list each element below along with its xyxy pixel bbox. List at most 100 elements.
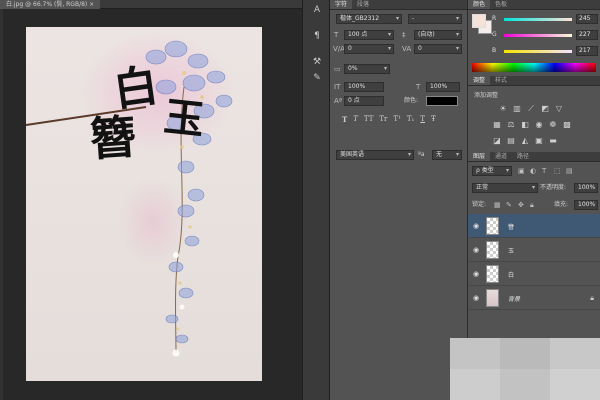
subscript-button[interactable]: T₁ (407, 115, 414, 124)
antialias-select[interactable]: 无 (432, 150, 462, 160)
font-style-select[interactable]: - (408, 14, 462, 24)
horizontal-scale-field[interactable]: 100% (426, 82, 460, 92)
kerning-field[interactable]: 0 (344, 44, 394, 54)
superscript-button[interactable]: T¹ (393, 115, 400, 124)
hue-saturation-icon[interactable]: ▦ (492, 120, 502, 130)
tab-paths[interactable]: 路径 (512, 152, 534, 161)
invert-icon[interactable]: ◪ (492, 136, 502, 146)
red-slider[interactable] (504, 18, 572, 21)
vibrance-icon[interactable]: ▽ (554, 104, 564, 114)
lock-transparent-icon[interactable]: ▦ (494, 200, 501, 210)
tab-swatches[interactable]: 色板 (490, 0, 512, 9)
blend-mode-select[interactable]: 正常 (472, 183, 538, 193)
channel-mixer-icon[interactable]: ❁ (548, 120, 558, 130)
color-lookup-icon[interactable]: ▩ (562, 120, 572, 130)
opacity-field[interactable]: 100% (574, 183, 598, 193)
all-caps-button[interactable]: TT (364, 115, 373, 124)
lock-position-icon[interactable]: ✥ (518, 200, 524, 210)
filter-shape-icon[interactable]: ⬚ (554, 166, 561, 176)
font-size-field[interactable]: 100 点 (344, 30, 394, 40)
gray-overlay-block (450, 338, 600, 400)
document-tab[interactable]: 白.jpg @ 66.7% (鬓, RGB/8) × (0, 0, 101, 9)
blue-slider-row: B 217 (492, 46, 598, 56)
visibility-eye-icon[interactable]: ◉ (473, 246, 479, 254)
brush-presets-icon[interactable]: ✎ (310, 72, 324, 84)
filter-adjustment-icon[interactable]: ◐ (530, 166, 536, 176)
levels-icon[interactable]: ▥ (512, 104, 522, 114)
layers-panel-tabs: 图层 通道 路径 (468, 152, 600, 162)
tab-adjustments[interactable]: 调整 (468, 76, 491, 85)
language-select[interactable]: 美国英语 (336, 150, 414, 160)
leading-field[interactable]: (自动) (414, 30, 462, 40)
paragraph-panel-icon[interactable]: ¶ (310, 30, 324, 42)
character-panel-icon[interactable]: A (310, 4, 324, 16)
adjustments-panel-tabs: 调整 样式 (468, 76, 600, 86)
tab-paragraph[interactable]: 段落 (352, 0, 374, 9)
calligraphy-char-bai: 白 (110, 60, 162, 117)
lock-all-icon[interactable]: 🔒︎ (530, 200, 534, 210)
layer-row-yu[interactable]: ◉ 玉 (468, 238, 600, 262)
filter-type-icon[interactable]: T (542, 166, 546, 176)
filter-smart-object-icon[interactable]: ▤ (566, 166, 573, 176)
tab-color[interactable]: 颜色 (468, 0, 491, 9)
layer-thumbnail (486, 217, 499, 235)
fill-field[interactable]: 100% (574, 200, 598, 210)
blue-value-field[interactable]: 217 (576, 46, 598, 56)
layer-row-bai[interactable]: ◉ 白 (468, 262, 600, 286)
lock-label: 锁定: (472, 201, 487, 208)
tab-styles[interactable]: 样式 (490, 76, 512, 85)
lock-image-icon[interactable]: ✎ (506, 200, 512, 210)
red-channel-label: R (492, 15, 497, 22)
black-white-icon[interactable]: ◧ (520, 120, 530, 130)
visibility-eye-icon[interactable]: ◉ (473, 222, 479, 230)
red-value-field[interactable]: 245 (576, 14, 598, 24)
tsume-field[interactable]: 0% (344, 64, 390, 74)
layer-name: 背景 (508, 296, 521, 303)
color-spectrum-bar[interactable] (472, 63, 596, 72)
tab-channels[interactable]: 通道 (490, 152, 512, 161)
tool-presets-icon[interactable]: ⚒ (310, 56, 324, 68)
leading-icon: ‡ (402, 31, 406, 39)
posterize-icon[interactable]: ▤ (506, 136, 516, 146)
selective-color-icon[interactable]: ▣ (534, 136, 544, 146)
filter-pixel-icon[interactable]: ▣ (518, 166, 525, 176)
threshold-icon[interactable]: ◭ (520, 136, 530, 146)
exposure-icon[interactable]: ◩ (540, 104, 550, 114)
brightness-icon[interactable]: ☀ (498, 104, 508, 114)
visibility-eye-icon[interactable]: ◉ (473, 270, 479, 278)
text-color-swatch[interactable] (426, 96, 458, 106)
document-artboard[interactable]: 白 玉 簪 (26, 27, 262, 381)
canvas-area[interactable]: 白.jpg @ 66.7% (鬓, RGB/8) × 白 玉 簪 (0, 0, 302, 400)
gradient-map-icon[interactable]: ▬ (548, 136, 558, 146)
blue-slider[interactable] (504, 50, 572, 53)
layer-row-zan[interactable]: ◉ 簪 (468, 214, 600, 238)
tab-layers[interactable]: 图层 (468, 152, 491, 161)
tsume-icon: ▭ (334, 65, 341, 73)
curves-icon[interactable]: ⟋ (526, 104, 536, 114)
photo-filter-icon[interactable]: ◉ (534, 120, 544, 130)
layer-filter-select[interactable]: ρ 类型 (472, 166, 512, 176)
left-ruler (0, 9, 3, 400)
tab-character[interactable]: 字符 (330, 0, 353, 9)
layer-row-background[interactable]: ◉ 背景 🔒︎ (468, 286, 600, 310)
baseline-shift-icon: Aª (334, 97, 343, 105)
vertical-scale-field[interactable]: 100% (344, 82, 384, 92)
visibility-eye-icon[interactable]: ◉ (473, 294, 479, 302)
gray-tile (550, 369, 600, 400)
underline-button[interactable]: T (420, 115, 425, 124)
color-balance-icon[interactable]: ⚖ (506, 120, 516, 130)
character-panel: 字符 段落 楷体_GB2312 - T 100 点 ‡ (自动) V/A 0 V… (330, 0, 468, 400)
green-slider[interactable] (504, 34, 572, 37)
tracking-field[interactable]: 0 (414, 44, 462, 54)
font-family-select[interactable]: 楷体_GB2312 (336, 14, 402, 24)
tracking-icon: VA (402, 45, 412, 53)
faux-bold-button[interactable]: T (342, 115, 347, 124)
small-caps-button[interactable]: Tr (379, 115, 387, 124)
baseline-shift-field[interactable]: 0 点 (344, 96, 384, 106)
green-value-field[interactable]: 227 (576, 30, 598, 40)
strikethrough-button[interactable]: Ŧ (431, 115, 436, 124)
gray-tile (450, 369, 500, 400)
faux-italic-button[interactable]: T (353, 115, 358, 124)
foreground-color-swatch[interactable] (472, 14, 486, 28)
layer-name: 白 (508, 272, 515, 279)
